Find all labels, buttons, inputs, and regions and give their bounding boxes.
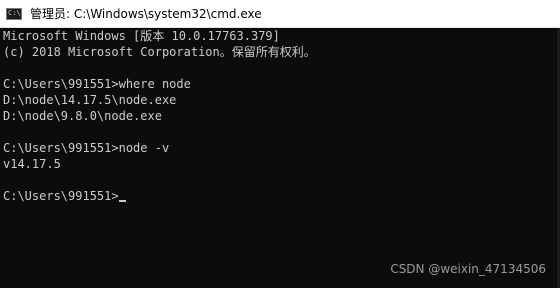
title-bar[interactable]: C:\ 管理员: C:\Windows\system32\cmd.exe [0, 0, 560, 28]
console-line-command-where: C:\Users\991551>where node [3, 77, 191, 91]
console-line-output: D:\node\14.17.5\node.exe [3, 93, 177, 107]
console-line-copyright: (c) 2018 Microsoft Corporation。保留所有权利。 [3, 45, 316, 59]
console-line-command-node-version: C:\Users\991551>node -v [3, 141, 170, 155]
console-line-version: Microsoft Windows [版本 10.0.17763.379] [3, 29, 280, 43]
console-output: Microsoft Windows [版本 10.0.17763.379] (c… [3, 28, 316, 204]
watermark-text: CSDN @weixin_47134506 [390, 262, 546, 276]
window-title: 管理员: C:\Windows\system32\cmd.exe [30, 7, 262, 21]
console-line-output: v14.17.5 [3, 157, 61, 171]
text-cursor [118, 200, 126, 202]
console-area[interactable]: Microsoft Windows [版本 10.0.17763.379] (c… [0, 28, 560, 288]
console-prompt-line[interactable]: C:\Users\991551> [3, 188, 316, 204]
cmd-window: C:\ 管理员: C:\Windows\system32\cmd.exe Mic… [0, 0, 560, 288]
console-line-output: D:\node\9.8.0\node.exe [3, 109, 162, 123]
cmd-icon[interactable]: C:\ [6, 8, 22, 20]
console-prompt: C:\Users\991551> [3, 189, 119, 203]
